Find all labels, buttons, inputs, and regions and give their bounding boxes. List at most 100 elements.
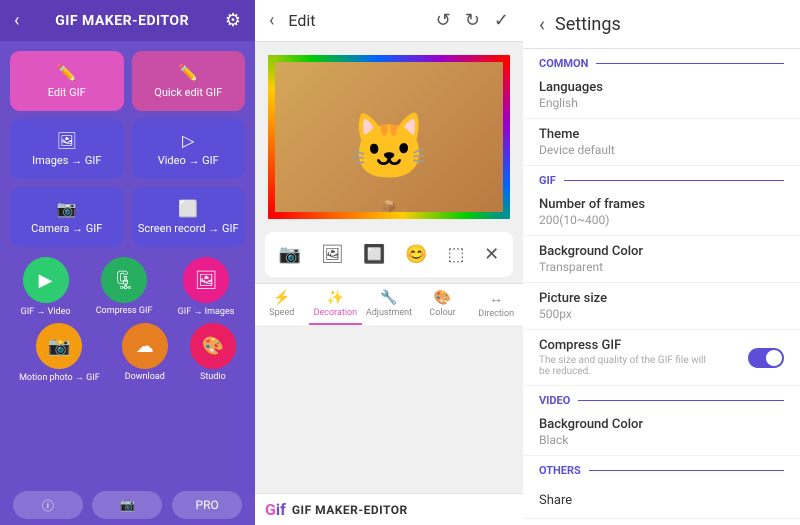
setting-video-bg-color[interactable]: Background Color Black — [523, 409, 800, 456]
camera-gif-label: Camera → GIF — [31, 222, 102, 235]
gif-images-circle: 🖼 — [183, 257, 229, 303]
right-panel: ‹ Settings COMMON Languages English Them… — [523, 0, 800, 525]
text-tool-icon[interactable]: ⬚ — [443, 240, 468, 269]
tab-speed-label: Speed — [269, 308, 294, 318]
gif-logo: Gif — [265, 500, 286, 519]
mid-panel: ‹ Edit ↺ ↻ ✓ 🐱 📦 📷 🖼 🔲 😊 ⬚ ✕ ⚡ Speed ✨ D… — [255, 0, 523, 525]
num-frames-name: Number of frames — [539, 197, 784, 212]
images-icon: 🖼 — [57, 131, 77, 150]
languages-value: English — [539, 96, 784, 110]
edit-gif-button[interactable]: ✏️ Edit GIF — [10, 51, 124, 111]
languages-name: Languages — [539, 80, 784, 95]
emoji-tool-icon[interactable]: 😊 — [401, 240, 431, 269]
download-circle: ☁ — [122, 323, 168, 369]
setting-privacy[interactable]: Privacy policy — [523, 519, 800, 525]
studio-circle: 🎨 — [190, 323, 236, 369]
mid-footer: Gif GIF MAKER-EDITOR — [255, 493, 523, 525]
tab-decoration-label: Decoration — [314, 308, 358, 318]
close-tool-icon[interactable]: ✕ — [480, 240, 503, 269]
info-button[interactable]: ⓘ — [13, 491, 83, 519]
screen-icon: ⬜ — [178, 199, 198, 218]
mid-back-icon[interactable]: ‹ — [269, 10, 274, 31]
right-back-icon[interactable]: ‹ — [539, 12, 545, 36]
adjustment-icon: 🔧 — [380, 290, 397, 306]
section-video-label: VIDEO — [523, 386, 800, 409]
section-gif-label: GIF — [523, 166, 800, 189]
motion-photo-button[interactable]: 📸 Motion photo → GIF — [19, 323, 100, 383]
video-bg-color-name: Background Color — [539, 417, 784, 432]
studio-label: Studio — [200, 372, 226, 382]
tab-speed[interactable]: ⚡ Speed — [255, 284, 309, 325]
speed-icon: ⚡ — [273, 290, 290, 306]
camera-nav-button[interactable]: 📷 — [92, 491, 162, 519]
compress-gif-text-group: Compress GIF The size and quality of the… — [539, 338, 719, 377]
edit-icon: ✏️ — [57, 63, 77, 82]
tab-direction[interactable]: ↔ Direction — [469, 284, 523, 325]
quick-edit-icon: ✏️ — [178, 63, 198, 82]
settings-title: Settings — [555, 14, 621, 35]
download-button[interactable]: ☁ Download — [122, 323, 168, 383]
video-gif-label: Video → GIF — [158, 154, 219, 167]
compress-gif-button[interactable]: 🗜 Compress GIF — [96, 257, 153, 317]
quick-edit-gif-button[interactable]: ✏️ Quick edit GIF — [132, 51, 246, 111]
compress-gif-toggle[interactable] — [748, 348, 784, 368]
undo-icon[interactable]: ↺ — [436, 10, 451, 31]
compress-gif-label: Compress GIF — [96, 306, 153, 316]
setting-picture-size[interactable]: Picture size 500px — [523, 283, 800, 330]
gif-video-button[interactable]: ▶ GIF → Video — [21, 257, 71, 317]
setting-theme[interactable]: Theme Device default — [523, 119, 800, 166]
edit-gif-label: Edit GIF — [48, 86, 86, 99]
screen-record-button[interactable]: ⬜ Screen record → GIF — [132, 187, 246, 247]
small-buttons-row2: 📸 Motion photo → GIF ☁ Download 🎨 Studio — [0, 319, 255, 387]
bg-color-value: Transparent — [539, 260, 784, 274]
left-back-icon[interactable]: ‹ — [14, 10, 19, 31]
small-buttons-row1: ▶ GIF → Video 🗜 Compress GIF 🖼 GIF → Ima… — [0, 251, 255, 319]
camera-gif-button[interactable]: 📷 Camera → GIF — [10, 187, 124, 247]
gif-video-label: GIF → Video — [21, 306, 71, 317]
gif-images-label: GIF → Images — [178, 306, 235, 317]
bottom-nav: ⓘ 📷 PRO — [0, 485, 255, 525]
confirm-icon[interactable]: ✓ — [494, 10, 509, 31]
crop-tool-icon[interactable]: 🔲 — [359, 240, 389, 269]
download-label: Download — [125, 372, 165, 382]
compress-gif-circle: 🗜 — [101, 257, 147, 303]
tab-adjustment[interactable]: 🔧 Adjustment — [362, 284, 416, 325]
mid-footer-title: GIF MAKER-EDITOR — [292, 503, 408, 517]
share-text: Share — [539, 493, 572, 508]
decoration-icon: ✨ — [327, 290, 344, 306]
colour-icon: 🎨 — [434, 290, 451, 306]
mid-title: Edit — [288, 11, 421, 30]
images-gif-button[interactable]: 🖼 Images → GIF — [10, 119, 124, 179]
images-gif-label: Images → GIF — [32, 154, 101, 167]
bg-color-name: Background Color — [539, 244, 784, 259]
num-frames-value: 200(10~400) — [539, 213, 784, 227]
setting-share[interactable]: Share — [523, 479, 800, 519]
video-gif-button[interactable]: ▷ Video → GIF — [132, 119, 246, 179]
image-tool-icon[interactable]: 🖼 — [317, 240, 348, 269]
tab-decoration[interactable]: ✨ Decoration — [309, 284, 363, 325]
setting-languages[interactable]: Languages English — [523, 72, 800, 119]
gif-images-button[interactable]: 🖼 GIF → Images — [178, 257, 235, 317]
setting-num-frames[interactable]: Number of frames 200(10~400) — [523, 189, 800, 236]
screen-gif-label: Screen record → GIF — [138, 222, 239, 235]
setting-compress-gif: Compress GIF The size and quality of the… — [523, 330, 800, 386]
main-button-grid: ✏️ Edit GIF ✏️ Quick edit GIF 🖼 Images →… — [0, 41, 255, 251]
section-common-label: COMMON — [523, 49, 800, 72]
settings-icon[interactable]: ⚙ — [225, 10, 241, 31]
left-panel: ‹ GIF MAKER-EDITOR ⚙ ✏️ Edit GIF ✏️ Quic… — [0, 0, 255, 525]
motion-label: Motion photo → GIF — [19, 372, 100, 383]
compress-gif-name: Compress GIF — [539, 338, 719, 353]
redo-icon[interactable]: ↻ — [465, 10, 480, 31]
right-header: ‹ Settings — [523, 0, 800, 49]
video-bg-color-value: Black — [539, 433, 784, 447]
tab-colour[interactable]: 🎨 Colour — [416, 284, 470, 325]
pro-button[interactable]: PRO — [172, 491, 242, 519]
camera-icon: 📷 — [57, 199, 77, 218]
studio-button[interactable]: 🎨 Studio — [190, 323, 236, 383]
motion-circle: 📸 — [36, 323, 82, 369]
direction-icon: ↔ — [489, 290, 503, 307]
theme-value: Device default — [539, 143, 784, 157]
mid-header: ‹ Edit ↺ ↻ ✓ — [255, 0, 523, 42]
camera-tool-icon[interactable]: 📷 — [275, 240, 305, 269]
setting-bg-color[interactable]: Background Color Transparent — [523, 236, 800, 283]
